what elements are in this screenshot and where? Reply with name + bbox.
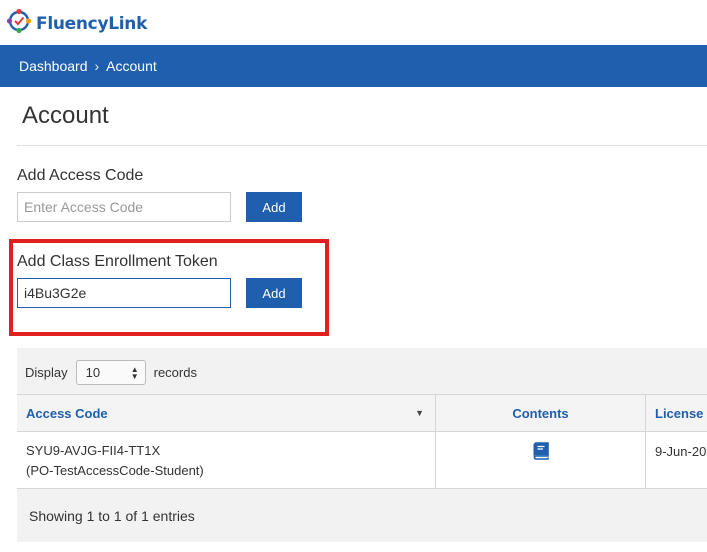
enrollment-token-label: Add Class Enrollment Token bbox=[17, 253, 218, 270]
breadcrumb: Dashboard › Account bbox=[0, 45, 707, 87]
add-access-code-button[interactable]: Add bbox=[246, 192, 302, 222]
table-row: SYU9-AVJG-FII4-TT1X (PO-TestAccessCode-S… bbox=[17, 432, 707, 489]
book-icon[interactable] bbox=[531, 442, 551, 488]
title-divider bbox=[17, 145, 707, 146]
access-code-cell: SYU9-AVJG-FII4-TT1X (PO-TestAccessCode-S… bbox=[17, 432, 436, 488]
access-codes-table: Access Code ▼ Contents License SYU9-AVJG… bbox=[17, 394, 707, 489]
column-header-license[interactable]: License bbox=[646, 395, 707, 431]
display-label: Display bbox=[25, 365, 68, 380]
breadcrumb-account: Account bbox=[106, 58, 157, 74]
license-cell: 9-Jun-2025 bbox=[655, 444, 707, 459]
access-code-input[interactable] bbox=[17, 192, 231, 222]
table-info: Showing 1 to 1 of 1 entries bbox=[29, 508, 195, 524]
page-title: Account bbox=[22, 102, 109, 129]
breadcrumb-separator: › bbox=[94, 58, 100, 74]
select-arrows-icon: ▲ ▼ bbox=[130, 364, 139, 381]
page-size-value: 10 bbox=[85, 365, 101, 380]
add-enrollment-token-button[interactable]: Add bbox=[246, 278, 302, 308]
access-codes-table-panel: Display 10 ▲ ▼ records Access Code ▼ Cont… bbox=[17, 348, 707, 542]
column-header-access-code[interactable]: Access Code ▼ bbox=[17, 395, 436, 431]
logo-icon bbox=[6, 8, 32, 39]
access-code-name: (PO-TestAccessCode-Student) bbox=[26, 463, 204, 478]
access-code-value: SYU9-AVJG-FII4-TT1X bbox=[26, 443, 161, 458]
contents-cell bbox=[436, 432, 646, 488]
column-header-label: Contents bbox=[512, 405, 569, 421]
column-header-label: License bbox=[655, 405, 704, 421]
enrollment-token-input[interactable] bbox=[17, 278, 231, 308]
breadcrumb-dashboard[interactable]: Dashboard bbox=[19, 58, 88, 74]
sort-desc-icon: ▼ bbox=[415, 408, 424, 418]
column-header-label: Access Code bbox=[26, 405, 108, 421]
column-header-contents[interactable]: Contents bbox=[436, 395, 646, 431]
page-size-select[interactable]: 10 ▲ ▼ bbox=[75, 360, 146, 385]
access-code-label: Add Access Code bbox=[17, 167, 144, 184]
brand-logo[interactable]: FluencyLink bbox=[6, 8, 147, 39]
brand-name: FluencyLink bbox=[36, 13, 148, 34]
top-bar: FluencyLink bbox=[0, 0, 707, 45]
table-header: Access Code ▼ Contents License bbox=[17, 395, 707, 432]
page-size-control: Display 10 ▲ ▼ records bbox=[25, 360, 197, 385]
records-label: records bbox=[153, 365, 197, 380]
